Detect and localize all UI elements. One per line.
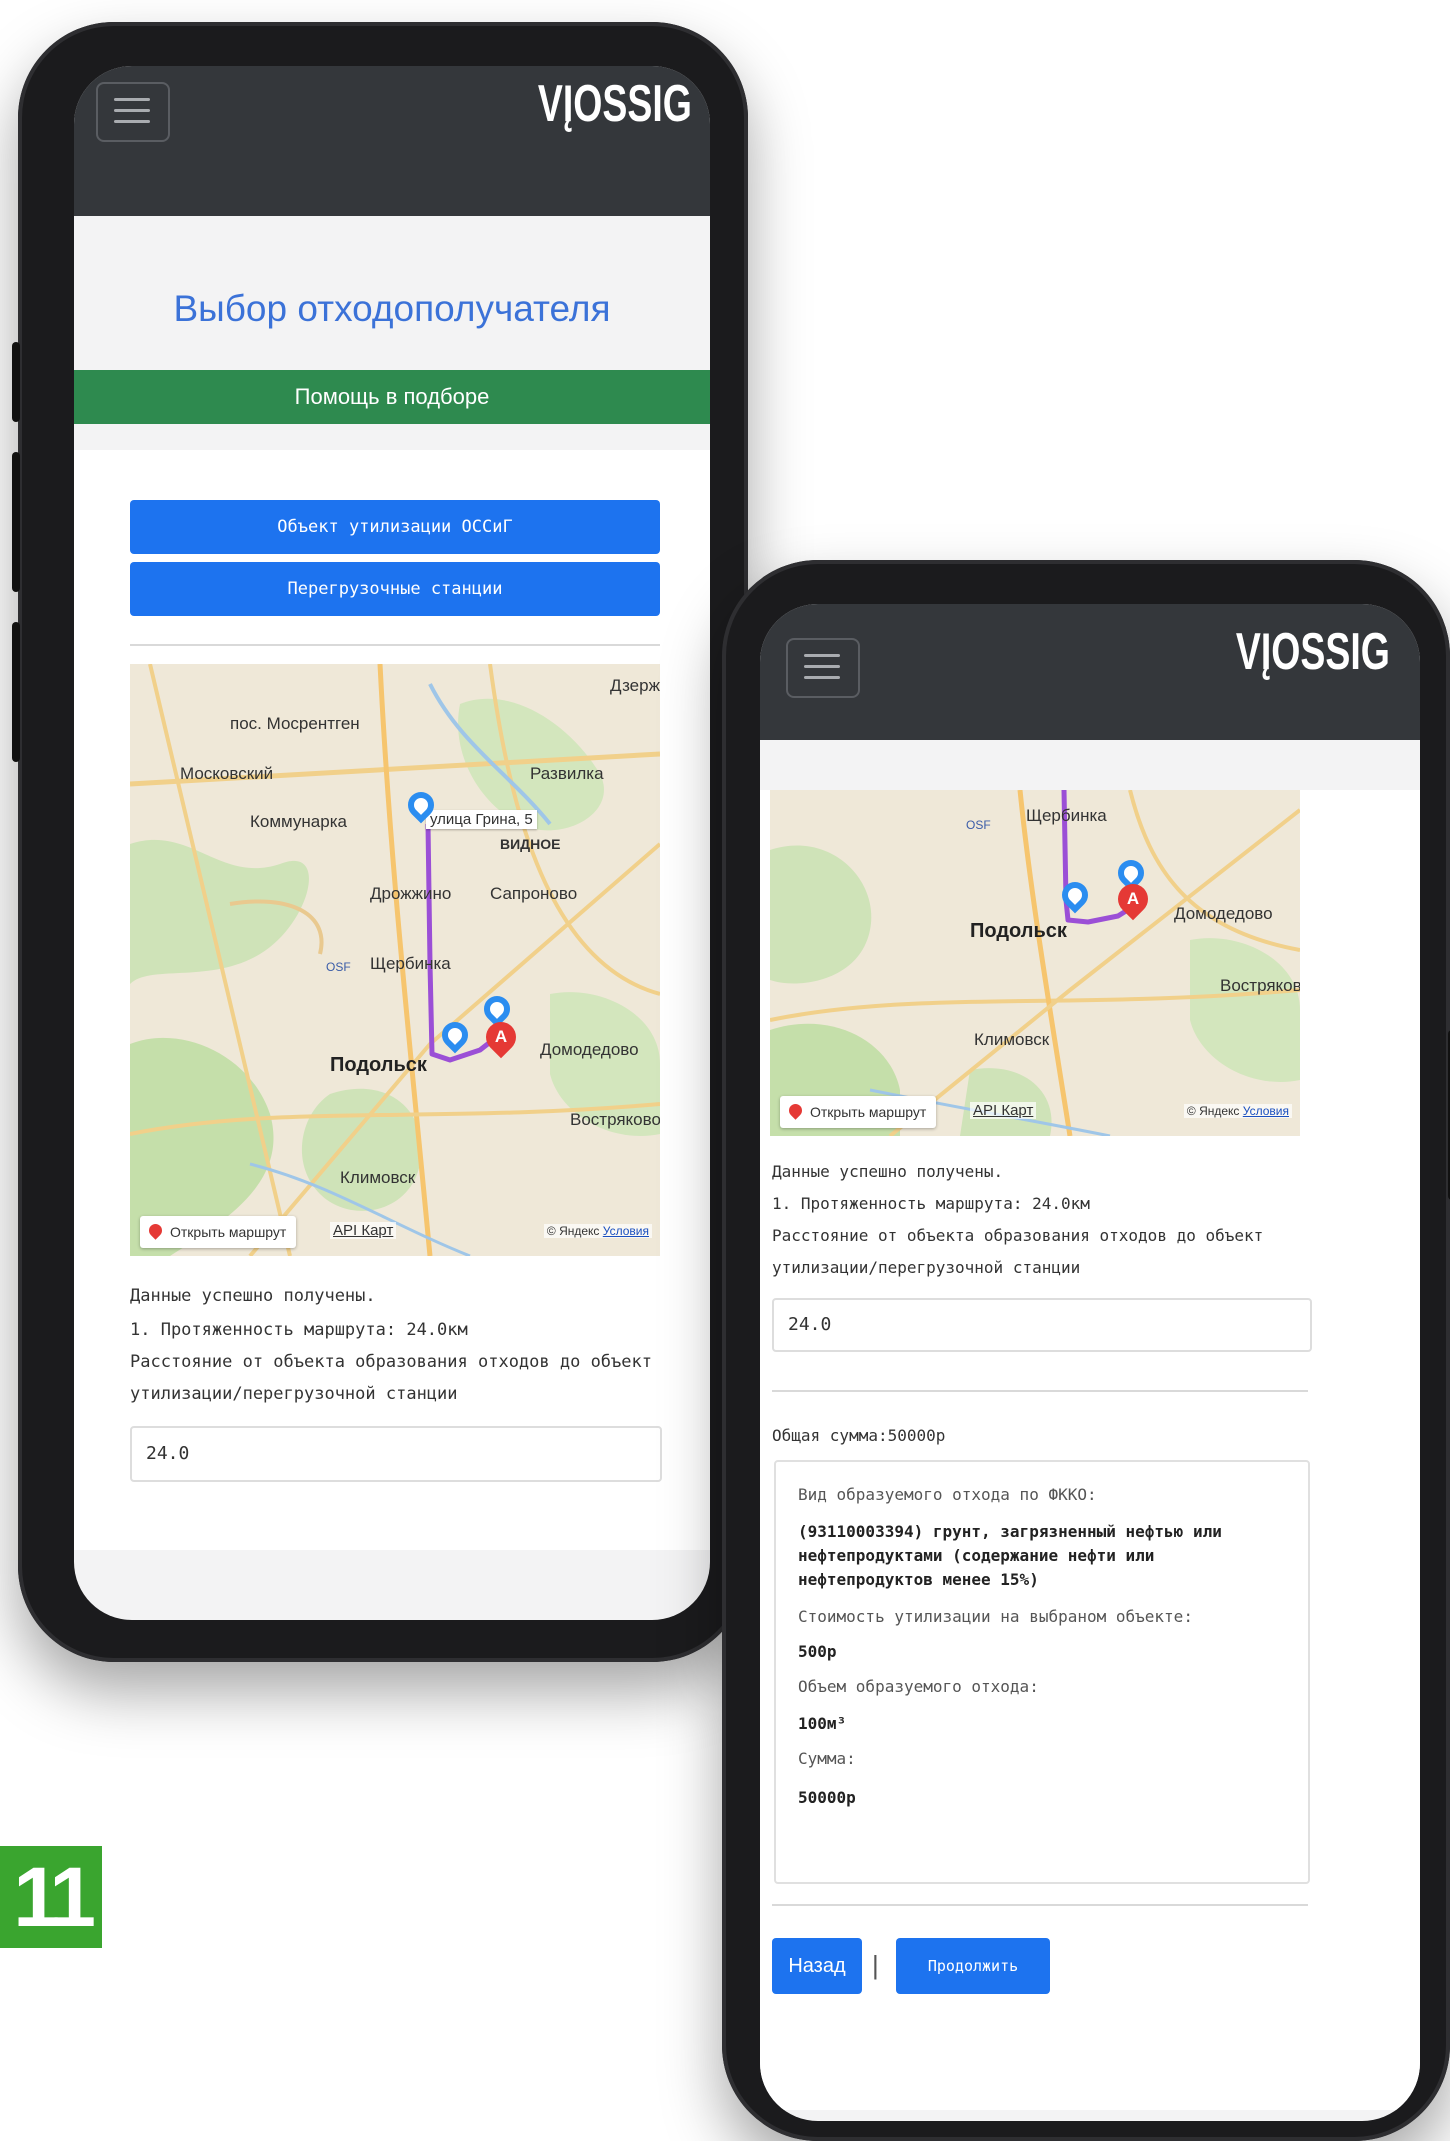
- route-length: 1. Протяженность маршрута: 24.0км: [772, 1194, 1090, 1213]
- map-label-dzerzh: Дзерж: [610, 676, 660, 695]
- phone-right: VĮOSSIG Щербинка OSF Подольск Домодедово…: [722, 560, 1450, 2141]
- terms-link[interactable]: Условия: [603, 1224, 649, 1238]
- yandex-label: © Яндекс: [1186, 1104, 1240, 1118]
- help-button[interactable]: Помощь в подборе: [74, 370, 710, 424]
- page-number-badge: 11: [0, 1846, 102, 1948]
- result-status: Данные успешно получены.: [772, 1162, 1004, 1181]
- map-label-shcherbinka: Щербинка: [370, 954, 451, 973]
- map-label-moskovsky: Московский: [180, 764, 274, 783]
- map-label-razvilka: Развилка: [530, 764, 604, 783]
- open-route-label: Открыть маршрут: [170, 1224, 287, 1240]
- yandex-label: © Яндекс: [546, 1224, 600, 1238]
- sum-label: Сумма:: [798, 1749, 856, 1768]
- phone-left: VĮOSSIG Выбор отходополучателя Помощь в …: [12, 22, 748, 1662]
- result-card: Щербинка OSF Подольск Домодедово Востряк…: [760, 790, 1420, 2110]
- map-pin-a[interactable]: A: [1111, 877, 1155, 921]
- map-label-saprononovo: Сапроново: [490, 884, 578, 903]
- map-label-vostryakovo: Востряково: [570, 1110, 660, 1129]
- map-terrain: [770, 790, 1300, 1136]
- route-length: 1. Протяженность маршрута: 24.0км: [130, 1320, 468, 1340]
- waste-type-label: Вид образуемого отхода по ФККО:: [798, 1485, 1097, 1504]
- navbar: VĮOSSIG: [760, 604, 1420, 740]
- cost-value: 500р: [798, 1642, 837, 1661]
- summary-box: Вид образуемого отхода по ФККО: (9311000…: [774, 1460, 1310, 1884]
- route-map[interactable]: пос. Мосрентген Московский Коммунарка ул…: [130, 664, 660, 1256]
- yandex-attribution: © Яндекс Условия: [1183, 1104, 1292, 1118]
- distance-label: Расстояние от объекта образования отходо…: [130, 1352, 652, 1404]
- map-pin-a[interactable]: A: [479, 1015, 523, 1059]
- selection-card: Объект утилизации ОССиГ Перегрузочные ст…: [74, 450, 710, 1550]
- map-label-osf: OSF: [966, 818, 991, 832]
- location-pin-icon: [146, 1221, 165, 1240]
- divider: [772, 1904, 1308, 1906]
- api-maps-link[interactable]: API Карт: [330, 1222, 397, 1239]
- map-label-shcherbinka: Щербинка: [1026, 806, 1107, 825]
- distance-input[interactable]: 24.0: [130, 1426, 662, 1482]
- map-label-vostryakovo: Востряково: [1220, 976, 1300, 995]
- map-label-domodedovo: Домодедово: [1174, 904, 1273, 923]
- map-label-street: улица Грина, 5: [426, 810, 537, 829]
- map-label-kommunarka: Коммунарка: [250, 812, 347, 831]
- cost-label: Стоимость утилизации на выбраном объекте…: [798, 1607, 1193, 1626]
- back-button[interactable]: Назад: [772, 1938, 862, 1994]
- map-label-mosrentgen: пос. Мосрентген: [230, 714, 360, 733]
- phone-right-screen: VĮOSSIG Щербинка OSF Подольск Домодедово…: [760, 604, 1420, 2121]
- yandex-attribution: © Яндекс Условия: [543, 1224, 652, 1238]
- map-label-klimovsk: Климовск: [340, 1168, 416, 1187]
- location-pin-icon: [786, 1101, 805, 1120]
- map-footer: Открыть маршрут API Карт © Яндекс Услови…: [140, 1216, 652, 1248]
- map-label-osf: OSF: [326, 960, 351, 974]
- result-status: Данные успешно получены.: [130, 1286, 376, 1306]
- waste-type-value: (93110003394) грунт, загрязненный нефтью…: [798, 1522, 1222, 1589]
- route-map[interactable]: Щербинка OSF Подольск Домодедово Востряк…: [770, 790, 1300, 1136]
- api-maps-link[interactable]: API Карт: [970, 1102, 1037, 1119]
- divider: [772, 1390, 1308, 1392]
- page-title: Выбор отходополучателя: [173, 288, 611, 329]
- map-label-podolsk: Подольск: [330, 1054, 427, 1076]
- hamburger-menu-button[interactable]: [96, 82, 170, 142]
- volume-label: Объем образуемого отхода:: [798, 1677, 1039, 1696]
- map-pin-a-letter: A: [494, 1027, 508, 1046]
- transfer-stations-button[interactable]: Перегрузочные станции: [130, 562, 660, 616]
- terms-link[interactable]: Условия: [1243, 1104, 1289, 1118]
- volume-value: 100м³: [798, 1714, 847, 1733]
- phone-left-screen: VĮOSSIG Выбор отходополучателя Помощь в …: [74, 66, 710, 1620]
- brand-logo: VĮOSSIG: [1236, 623, 1390, 681]
- continue-button[interactable]: Продолжить: [896, 1938, 1050, 1994]
- map-label-klimovsk: Климовск: [974, 1030, 1050, 1049]
- button-separator: |: [872, 1950, 879, 1980]
- map-label-podolsk: Подольск: [970, 920, 1067, 942]
- brand-logo: VĮOSSIG: [538, 75, 692, 133]
- disposal-object-button[interactable]: Объект утилизации ОССиГ: [130, 500, 660, 554]
- navbar: VĮOSSIG: [74, 66, 710, 216]
- total-sum: Общая сумма:50000р: [772, 1426, 946, 1445]
- distance-label: Расстояние от объекта образования отходо…: [772, 1226, 1264, 1277]
- distance-input[interactable]: 24.0: [772, 1298, 1312, 1352]
- hamburger-menu-button[interactable]: [786, 638, 860, 698]
- open-route-label: Открыть маршрут: [810, 1104, 927, 1120]
- map-pin-a-letter: A: [1126, 889, 1140, 908]
- open-route-button[interactable]: Открыть маршрут: [780, 1096, 937, 1128]
- map-footer: Открыть маршрут API Карт © Яндекс Услови…: [780, 1096, 1292, 1128]
- map-label-domodedovo: Домодедово: [540, 1040, 639, 1059]
- map-label-drozhzhino: Дрожжино: [370, 884, 452, 903]
- map-label-vidnoe: ВИДНОЕ: [500, 836, 561, 852]
- divider: [130, 644, 660, 646]
- sum-value: 50000р: [798, 1788, 856, 1807]
- open-route-button[interactable]: Открыть маршрут: [140, 1216, 297, 1248]
